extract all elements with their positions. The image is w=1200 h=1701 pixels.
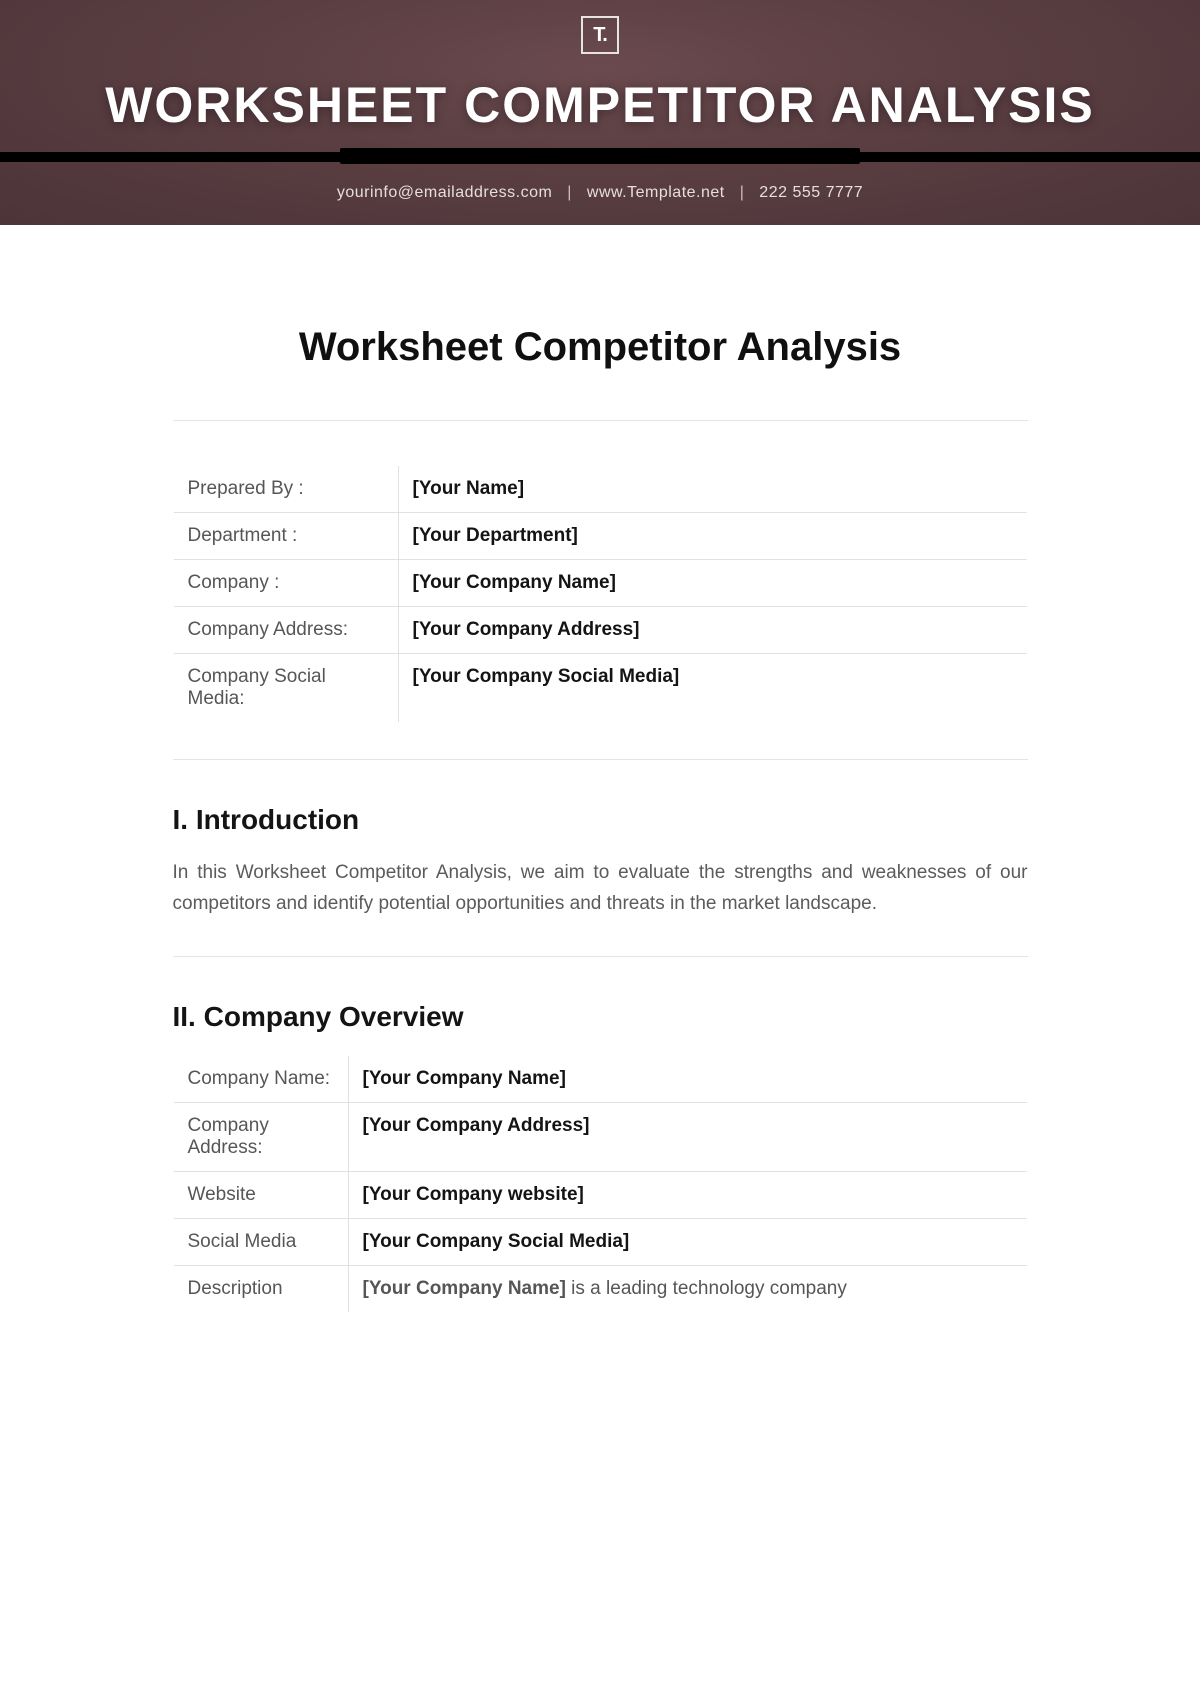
table-row: Website [Your Company website] xyxy=(173,1171,1027,1218)
divider xyxy=(173,956,1028,957)
field-value: [Your Company Address] xyxy=(348,1102,1027,1171)
field-label: Company : xyxy=(173,560,398,607)
field-value: [Your Department] xyxy=(398,513,1027,560)
field-value-description: [Your Company Name] is a leading technol… xyxy=(348,1265,1027,1312)
document-body: Worksheet Competitor Analysis Prepared B… xyxy=(173,225,1028,1313)
description-company-name: [Your Company Name] xyxy=(363,1278,566,1299)
banner-divider-thick xyxy=(340,148,860,164)
field-value: [Your Company Social Media] xyxy=(348,1218,1027,1265)
table-row: Company Address: [Your Company Address] xyxy=(173,607,1027,654)
logo-icon: T. xyxy=(581,16,619,54)
introduction-text: In this Worksheet Competitor Analysis, w… xyxy=(173,858,1028,920)
table-row: Company Address: [Your Company Address] xyxy=(173,1102,1027,1171)
description-rest: is a leading technology company xyxy=(566,1278,847,1299)
banner-email: yourinfo@emailaddress.com xyxy=(337,184,553,201)
section-heading-company-overview: II. Company Overview xyxy=(173,1001,1028,1033)
table-row: Company : [Your Company Name] xyxy=(173,560,1027,607)
field-label: Description xyxy=(173,1265,348,1312)
field-label: Company Social Media: xyxy=(173,654,398,723)
divider xyxy=(173,759,1028,760)
field-label: Company Address: xyxy=(173,1102,348,1171)
field-value: [Your Company Name] xyxy=(398,560,1027,607)
field-value: [Your Company Social Media] xyxy=(398,654,1027,723)
field-label: Prepared By : xyxy=(173,466,398,513)
banner-phone: 222 555 7777 xyxy=(759,184,863,201)
divider xyxy=(173,420,1028,421)
table-row: Prepared By : [Your Name] xyxy=(173,466,1027,513)
table-row: Social Media [Your Company Social Media] xyxy=(173,1218,1027,1265)
field-label: Website xyxy=(173,1171,348,1218)
field-value: [Your Company website] xyxy=(348,1171,1027,1218)
banner-contact: yourinfo@emailaddress.com | www.Template… xyxy=(0,184,1200,202)
table-row: Department : [Your Department] xyxy=(173,513,1027,560)
section-heading-introduction: I. Introduction xyxy=(173,804,1028,836)
field-label: Company Address: xyxy=(173,607,398,654)
separator-icon: | xyxy=(567,184,572,201)
field-value: [Your Name] xyxy=(398,466,1027,513)
separator-icon: | xyxy=(740,184,745,201)
field-label: Social Media xyxy=(173,1218,348,1265)
company-overview-table: Company Name: [Your Company Name] Compan… xyxy=(173,1055,1028,1313)
banner: T. WORKSHEET COMPETITOR ANALYSIS yourinf… xyxy=(0,0,1200,225)
field-value: [Your Company Address] xyxy=(398,607,1027,654)
field-value: [Your Company Name] xyxy=(348,1055,1027,1102)
page-title: Worksheet Competitor Analysis xyxy=(173,325,1028,370)
table-row: Description [Your Company Name] is a lea… xyxy=(173,1265,1027,1312)
field-label: Company Name: xyxy=(173,1055,348,1102)
table-row: Company Name: [Your Company Name] xyxy=(173,1055,1027,1102)
prepared-by-table: Prepared By : [Your Name] Department : [… xyxy=(173,465,1028,723)
table-row: Company Social Media: [Your Company Soci… xyxy=(173,654,1027,723)
banner-website: www.Template.net xyxy=(587,184,725,201)
field-label: Department : xyxy=(173,513,398,560)
banner-title: WORKSHEET COMPETITOR ANALYSIS xyxy=(0,76,1200,134)
